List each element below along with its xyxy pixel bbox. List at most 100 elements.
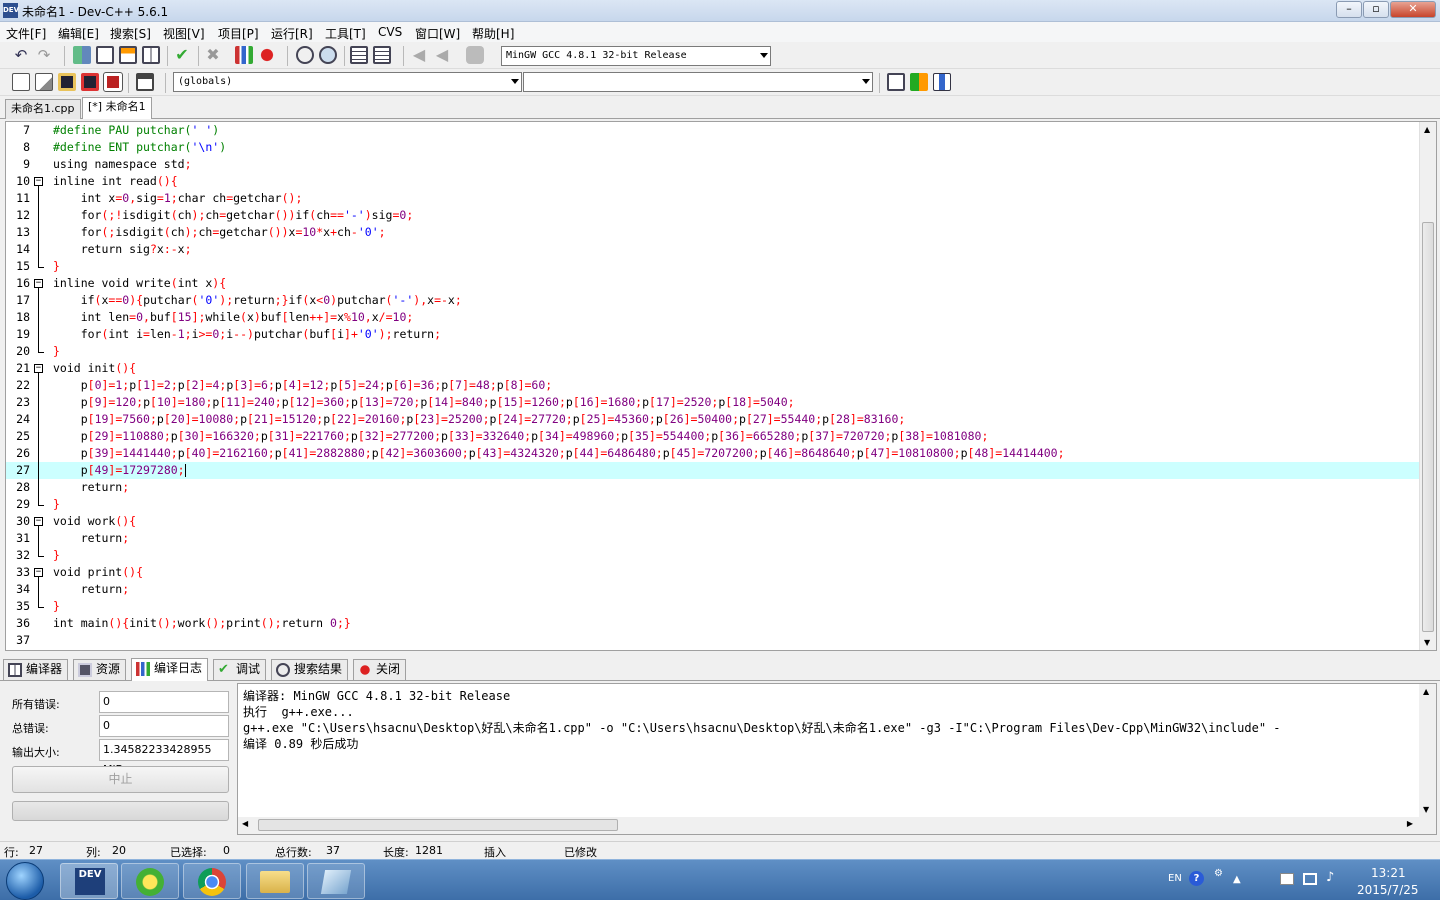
member-select[interactable] [523,72,873,92]
start-button[interactable] [6,862,44,900]
code-line[interactable]: 25 p[29]=110880;p[30]=166320;p[31]=22176… [6,428,1420,445]
code-line[interactable]: 30− void work(){ [6,513,1420,530]
code-line[interactable]: 7 #define PAU putchar(' ') [6,122,1420,139]
code-editor[interactable]: 7 #define PAU putchar(' ') 8 #define ENT pu… [5,121,1437,651]
taskbar-chrome[interactable] [183,863,241,899]
menu-project[interactable]: 项目[P] [218,25,259,42]
menu-help[interactable]: 帮助[H] [472,25,514,42]
compile-log[interactable]: 编译器: MinGW GCC 4.8.1 32-bit Release 执行 g… [237,683,1437,835]
editor-vertical-scrollbar[interactable]: ▲ ▼ [1419,122,1436,650]
taskbar-explorer[interactable] [246,863,304,899]
language-indicator[interactable]: EN [1168,873,1182,884]
scope-select[interactable]: (globals) [173,72,522,92]
indent-icon[interactable] [350,46,368,64]
code-line[interactable]: 29} [6,496,1420,513]
tab-close-panel[interactable]: 关闭 [353,659,407,680]
code-line[interactable]: 31 return; [6,530,1420,547]
find-replace-icon[interactable] [319,46,337,64]
network-icon[interactable] [1303,873,1317,885]
fold-toggle-icon[interactable]: − [34,279,43,288]
menu-search[interactable]: 搜索[S] [110,25,151,42]
taskbar-app-5[interactable] [307,863,365,899]
bookmark-prev-icon[interactable]: ◀ [410,46,428,64]
code-line[interactable]: 17 if(x==0){putchar('0');return;}if(x<0)… [6,292,1420,309]
code-line[interactable]: 23 p[9]=120;p[10]=180;p[11]=240;p[12]=36… [6,394,1420,411]
volume-icon[interactable]: ♪ [1326,870,1334,885]
taskbar-app-2[interactable] [121,863,179,899]
close-file-icon[interactable] [103,72,123,92]
clock-date[interactable]: 2015/7/25 [1357,883,1419,897]
maximize-button[interactable]: ▫ [1363,1,1389,18]
bookmark-next-icon[interactable]: ◀ [433,46,451,64]
layout-icon[interactable] [73,46,91,64]
tab-file-cpp[interactable]: 未命名1.cpp [5,99,81,119]
code-line[interactable]: 10− inline int read(){ [6,173,1420,190]
scroll-down-icon[interactable]: ▼ [1423,805,1429,814]
code-line[interactable]: 14 return sig?x:-x; [6,241,1420,258]
menu-file[interactable]: 文件[F] [6,25,46,42]
open-file-icon[interactable] [35,73,53,91]
new-file-icon[interactable] [12,73,30,91]
taskbar-devcpp[interactable]: DEV [60,863,118,899]
fold-toggle-icon[interactable]: − [34,364,43,373]
fold-toggle-icon[interactable]: − [34,177,43,186]
find-icon[interactable] [296,46,314,64]
scroll-right-icon[interactable]: ▶ [1407,819,1413,828]
output-size-field[interactable]: 1.34582233428955 MiB [99,739,229,776]
goto-icon[interactable] [887,73,905,91]
menu-edit[interactable]: 编辑[E] [58,25,99,42]
help-icon[interactable]: ? [1189,871,1204,886]
scroll-down-icon[interactable]: ▼ [1424,638,1430,647]
code-line[interactable]: 16− inline void write(int x){ [6,275,1420,292]
code-line[interactable]: 27 p[49]=17297280; [6,462,1420,479]
print-icon[interactable] [136,73,154,91]
menu-window[interactable]: 窗口[W] [415,25,460,42]
tab-untitled-active[interactable]: [*] 未命名1 [82,97,152,119]
tab-compiler[interactable]: 编译器 [3,659,69,680]
delete-icon[interactable]: ✖ [204,46,222,64]
code-line[interactable]: 19 for(int i=len-1;i>=0;i--)putchar(buf[… [6,326,1420,343]
code-line[interactable]: 32} [6,547,1420,564]
code-line[interactable]: 35} [6,598,1420,615]
tab-resources[interactable]: 资源 [73,659,127,680]
fold-toggle-icon[interactable]: − [34,568,43,577]
errors-field[interactable]: 0 [99,691,229,713]
bookmark-icon[interactable] [466,46,484,64]
code-line[interactable]: 9 using namespace std; [6,156,1420,173]
code-line[interactable]: 11 int x=0,sig=1;char ch=getchar(); [6,190,1420,207]
save-all-icon[interactable] [81,73,99,91]
log-vertical-scrollbar[interactable]: ▲ ▼ [1419,684,1436,834]
log-horizontal-scrollbar[interactable]: ◀ ▶ [238,817,1419,834]
redo-icon[interactable]: ↷ [35,46,53,64]
tab-search-results[interactable]: 搜索结果 [271,659,349,680]
menu-view[interactable]: 视图[V] [163,25,205,42]
close-window-button[interactable]: ✕ [1390,1,1436,18]
code-line[interactable]: 26 p[39]=1441440;p[40]=2162160;p[41]=288… [6,445,1420,462]
check-icon[interactable]: ✔ [173,46,191,64]
class-browser-icon[interactable] [933,73,951,91]
code-line[interactable]: 33− void print(){ [6,564,1420,581]
menu-run[interactable]: 运行[R] [271,25,313,42]
code-line[interactable]: 20} [6,343,1420,360]
total-errors-field[interactable]: 0 [99,715,229,737]
code-line[interactable]: 36 int main(){init();work();print();retur… [6,615,1420,632]
insert-icon[interactable] [910,73,928,91]
panel-icon[interactable] [119,46,137,64]
bug-icon[interactable] [258,46,276,64]
scroll-up-icon[interactable]: ▲ [1423,687,1429,696]
undo-icon[interactable]: ↶ [12,46,30,64]
code-line[interactable]: 34 return; [6,581,1420,598]
code-line[interactable]: 21− void init(){ [6,360,1420,377]
menu-cvs[interactable]: CVS [378,25,402,39]
clock-time[interactable]: 13:21 [1371,866,1406,880]
scroll-thumb[interactable] [258,819,618,831]
code-line[interactable]: 18 int len=0,buf[15];while(x)buf[len++]=… [6,309,1420,326]
stop-button[interactable]: 中止 [12,766,229,793]
chevron-up-icon[interactable]: ▲ [1233,874,1241,885]
code-line[interactable]: 13 for(;isdigit(ch);ch=getchar())x=10*x+… [6,224,1420,241]
code-line[interactable]: 37 [6,632,1420,649]
split-icon[interactable] [142,46,160,64]
chart-icon[interactable] [235,46,253,64]
save-icon[interactable] [58,73,76,91]
scroll-left-icon[interactable]: ◀ [242,819,248,828]
